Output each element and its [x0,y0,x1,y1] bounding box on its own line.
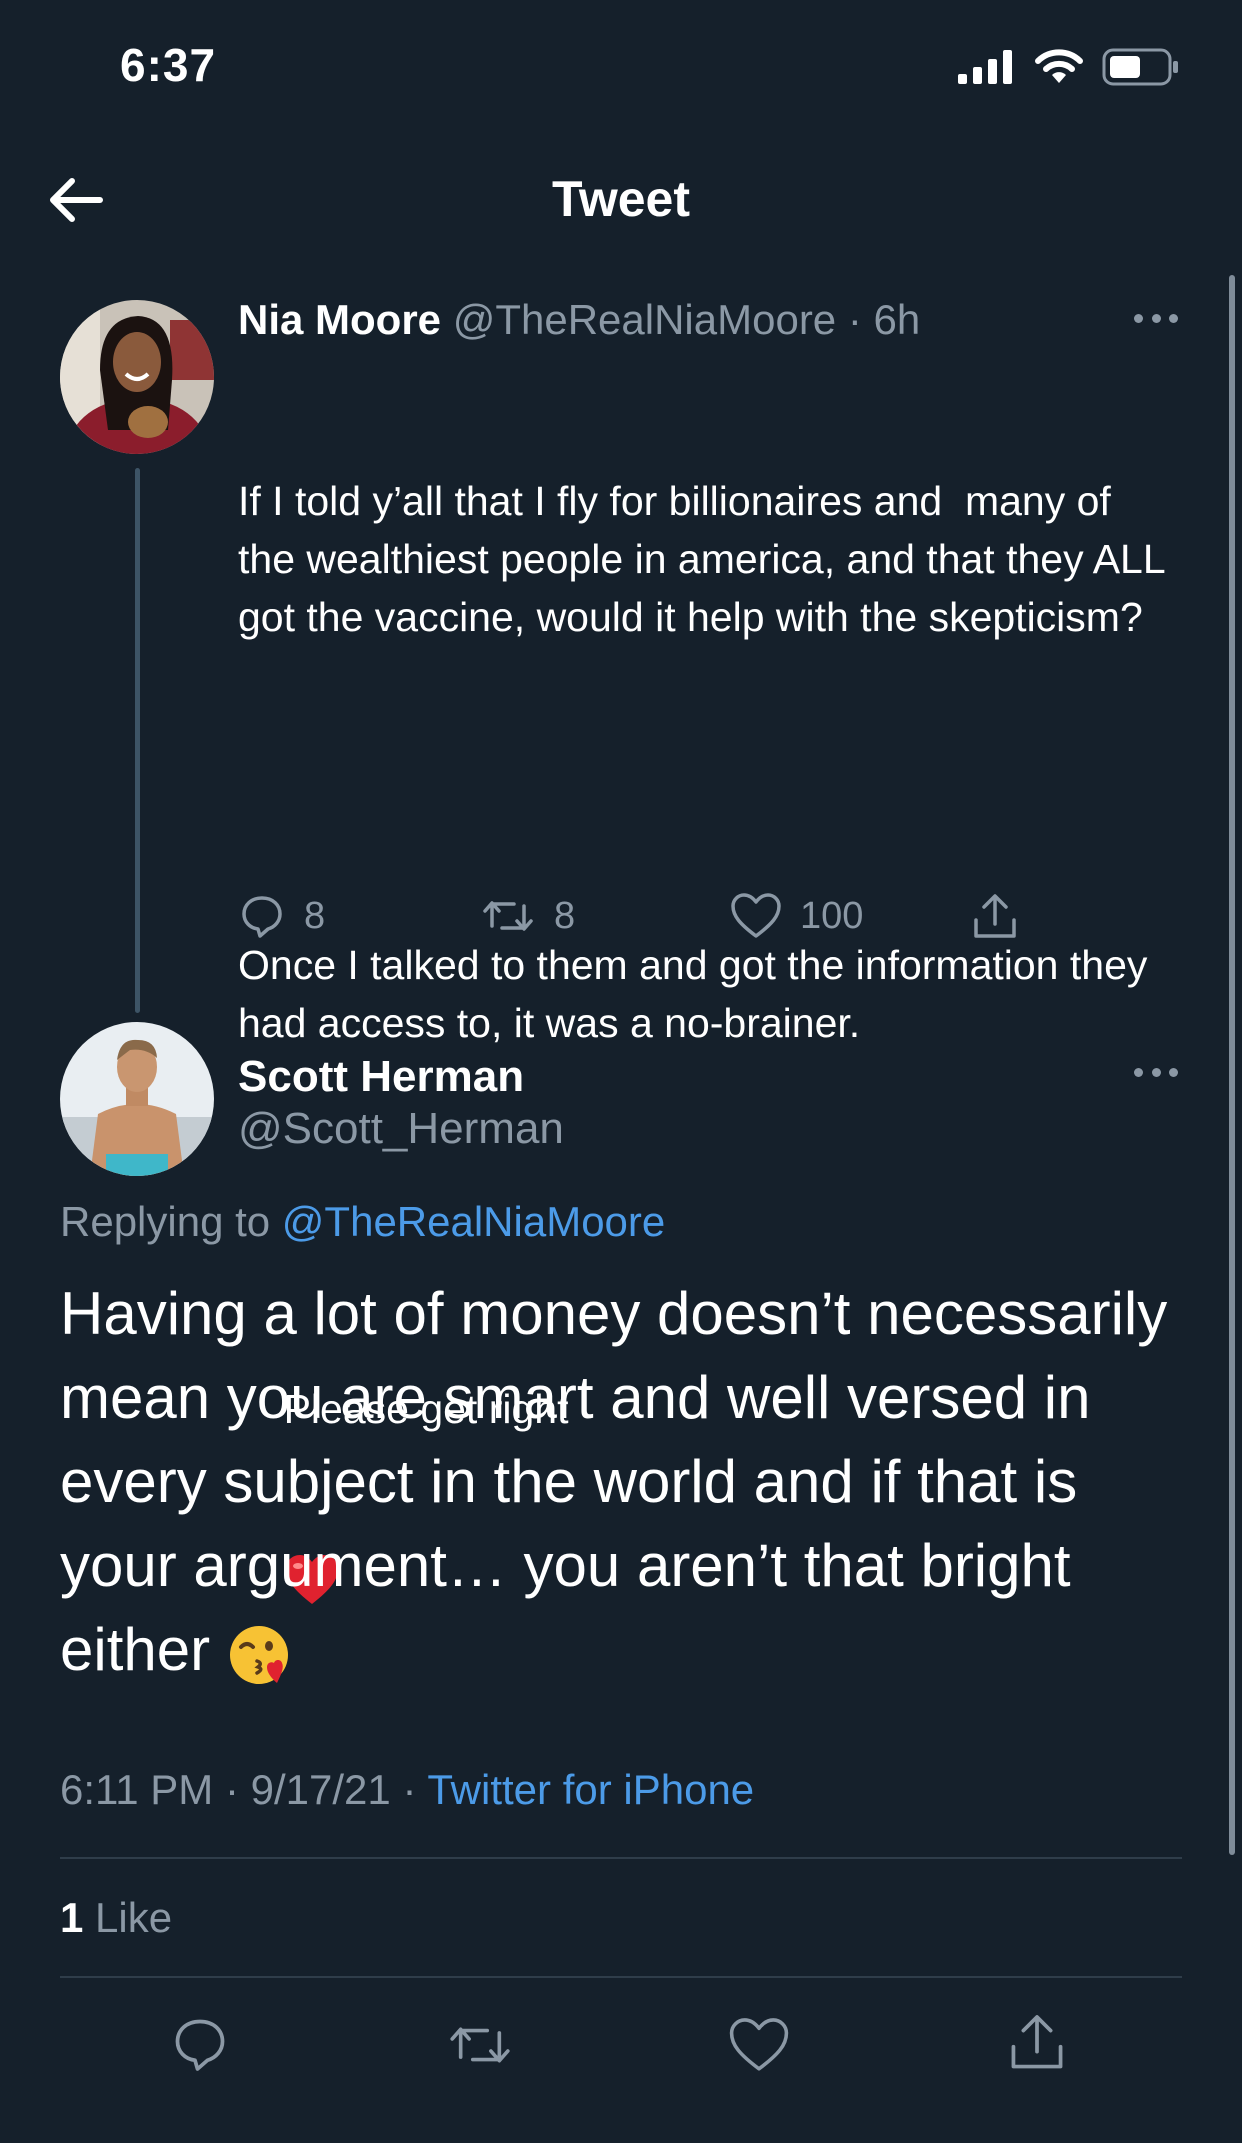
author-name[interactable]: Nia Moore [238,296,441,343]
dot [1169,314,1178,323]
likes-summary[interactable]: 1 Like [60,1894,172,1942]
tweet-text: Having a lot of money doesn’t necessaril… [60,1272,1200,1692]
dot [1151,1068,1161,1077]
divider [60,1976,1182,1978]
tweet-meta: 6:11 PM · 9/17/21 · Twitter for iPhone [60,1766,754,1814]
retweet-icon [450,2027,510,2063]
tweet-age: 6h [873,296,921,343]
page-title: Tweet [552,171,690,227]
likes-label: Like [95,1894,173,1941]
thread-line [135,468,140,1013]
heart-icon [729,2018,789,2071]
divider [60,1857,1182,1859]
status-icons [958,48,1180,86]
replying-label: Replying to [60,1198,271,1245]
face-blowing-kiss-emoji-icon [227,1621,293,1687]
retweet-button[interactable] [446,2016,514,2074]
author-handle[interactable]: @TheRealNiaMoore [453,296,836,343]
tweet-header: Nia Moore @TheRealNiaMoore · 6h [238,296,920,344]
avatar[interactable] [60,300,214,454]
reply-button[interactable]: 8 [238,892,325,940]
like-button[interactable] [728,2016,790,2074]
more-options-button[interactable] [1134,1068,1178,1080]
share-icon [974,894,1016,938]
retweet-button[interactable]: 8 [480,892,575,940]
reply-icon [175,2019,225,2071]
dot [1151,314,1161,323]
tweet-time: 6:11 PM [60,1766,214,1813]
scrollbar[interactable] [1229,275,1235,1855]
like-button[interactable]: 100 [730,892,863,940]
separator-dot: · [402,1766,428,1813]
reply-icon [242,896,282,938]
tweet-paragraph: Once I talked to them and got the inform… [238,942,1159,1046]
status-time: 6:37 [120,39,217,91]
avatar[interactable] [60,1022,214,1176]
dot [1134,314,1143,323]
separator-dot: · [224,1766,251,1813]
share-button[interactable] [970,892,1020,942]
reply-button[interactable] [170,2014,230,2074]
more-options-button[interactable] [1134,314,1178,326]
cellular-signal-icon [958,50,1012,84]
tweet-actions: 8 8 100 [238,892,1038,952]
reply-count: 8 [304,894,326,937]
share-button[interactable] [1006,2012,1068,2074]
wifi-icon [1035,49,1083,83]
author-name[interactable]: Scott Herman [238,1052,524,1102]
heart-icon [731,893,781,938]
retweet-icon [483,901,533,931]
dot [1169,1068,1178,1077]
replying-to-link[interactable]: @TheRealNiaMoore [282,1198,665,1245]
share-icon [1011,2015,1063,2069]
separator-dot: · [847,296,862,343]
like-count: 100 [800,894,864,937]
dot [1134,1068,1143,1077]
main-tweet-actions [0,2010,1242,2080]
author-handle[interactable]: @Scott_Herman [238,1104,564,1154]
retweet-count: 8 [554,894,576,937]
likes-count: 1 [60,1894,84,1941]
battery-icon [1102,48,1178,86]
tweet-date: 9/17/21 [250,1766,391,1813]
replying-to: Replying to @TheRealNiaMoore [60,1198,665,1246]
tweet-source-link[interactable]: Twitter for iPhone [427,1766,754,1813]
tweet-paragraph: If I told y’all that I fly for billionai… [238,478,1176,640]
